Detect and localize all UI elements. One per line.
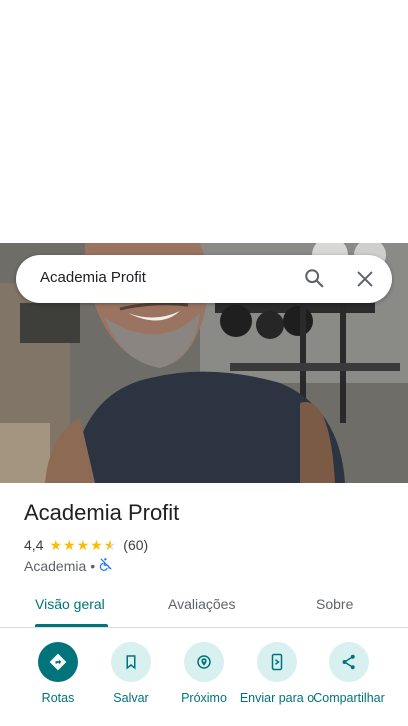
tab-about[interactable]: Sobre	[316, 596, 353, 612]
separator: •	[90, 557, 96, 574]
not-wheelchair-accessible-icon	[99, 557, 113, 574]
search-icon[interactable]	[303, 267, 325, 289]
rating-value: 4,4	[24, 537, 44, 553]
share-icon	[329, 642, 369, 682]
bookmark-icon	[111, 642, 151, 682]
star-rating: ★ ★ ★ ★ ★	[49, 538, 117, 552]
share-button[interactable]: Compartilhar	[309, 642, 389, 705]
directions-icon	[38, 642, 78, 682]
directions-button[interactable]: Rotas	[18, 642, 98, 705]
save-button[interactable]: Salvar	[91, 642, 171, 705]
send-to-phone-label: Enviar para o	[239, 691, 315, 705]
directions-label: Rotas	[41, 691, 75, 705]
search-input[interactable]: Academia Profit	[40, 269, 146, 286]
active-tab-indicator	[35, 624, 108, 627]
star-icon: ★	[63, 537, 76, 553]
save-label: Salvar	[113, 691, 149, 705]
nearby-button[interactable]: Próximo	[164, 642, 244, 705]
map-area	[0, 0, 408, 243]
place-category: Academia	[24, 557, 87, 574]
nearby-icon	[184, 642, 224, 682]
nearby-label: Próximo	[181, 691, 227, 705]
star-icon: ★	[49, 537, 63, 553]
rating-row[interactable]: 4,4 ★ ★ ★ ★ ★ (60)	[24, 536, 148, 554]
action-buttons: Rotas Salvar Próximo Enviar para o Compa…	[0, 628, 408, 726]
send-to-phone-icon	[257, 642, 297, 682]
tab-reviews[interactable]: Avaliações	[168, 596, 235, 612]
place-title: Academia Profit	[24, 500, 180, 525]
star-icon: ★	[76, 537, 90, 553]
tab-bar: Visão geral Avaliações Sobre	[0, 583, 408, 628]
search-bar[interactable]: Academia Profit	[16, 255, 392, 303]
category-row: Academia •	[24, 557, 113, 574]
close-icon[interactable]	[354, 268, 376, 290]
review-count[interactable]: (60)	[123, 537, 148, 553]
star-icon: ★	[90, 537, 103, 553]
share-label: Compartilhar	[313, 691, 385, 705]
half-star-icon: ★	[103, 537, 117, 553]
send-to-phone-button[interactable]: Enviar para o	[237, 642, 317, 705]
tab-overview[interactable]: Visão geral	[35, 596, 105, 612]
